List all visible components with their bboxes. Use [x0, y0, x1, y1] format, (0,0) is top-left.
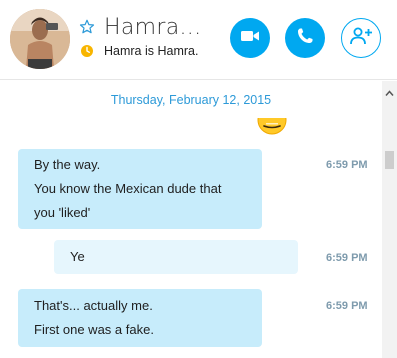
- message-timestamp: 6:59 PM: [326, 159, 368, 171]
- message-bubble-own[interactable]: Ye: [54, 240, 298, 274]
- favorite-star-icon[interactable]: [79, 19, 95, 35]
- message-bubble[interactable]: That's... actually me. First one was a f…: [18, 289, 262, 347]
- message-text: Ye: [70, 249, 85, 264]
- video-call-button[interactable]: [230, 18, 270, 58]
- conversation-area: Thursday, February 12, 2015 By the way. …: [0, 81, 382, 358]
- date-separator: Thursday, February 12, 2015: [110, 93, 272, 107]
- video-camera-icon: [240, 29, 260, 48]
- mood-message: Hamra is Hamra.: [104, 44, 199, 58]
- message-text: First one was a fake.: [34, 322, 154, 337]
- message-timestamp: 6:59 PM: [326, 252, 368, 264]
- message-text: That's... actually me.: [34, 298, 153, 313]
- message-text: You know the Mexican dude that: [34, 181, 222, 196]
- skype-chat-window: Hamra... Hamra is Hamra. Thursday, Febru…: [0, 0, 397, 358]
- message-bubble[interactable]: By the way. You know the Mexican dude th…: [18, 149, 262, 229]
- phone-icon: [296, 27, 314, 50]
- scrollbar-thumb[interactable]: [385, 151, 394, 169]
- message-timestamp: 6:59 PM: [326, 300, 368, 312]
- message-text: By the way.: [34, 157, 101, 172]
- emoticon-icon: [257, 118, 287, 138]
- add-people-button[interactable]: [341, 18, 381, 58]
- voice-call-button[interactable]: [285, 18, 325, 58]
- away-status-icon: [80, 44, 94, 58]
- add-person-icon: [349, 26, 373, 51]
- conversation-scrollbar[interactable]: [382, 81, 397, 358]
- scroll-up-arrow-icon[interactable]: [385, 85, 394, 96]
- chat-header: Hamra... Hamra is Hamra.: [0, 0, 397, 80]
- message-text: you 'liked': [34, 205, 91, 220]
- contact-name[interactable]: Hamra...: [104, 15, 201, 40]
- avatar[interactable]: [10, 9, 70, 69]
